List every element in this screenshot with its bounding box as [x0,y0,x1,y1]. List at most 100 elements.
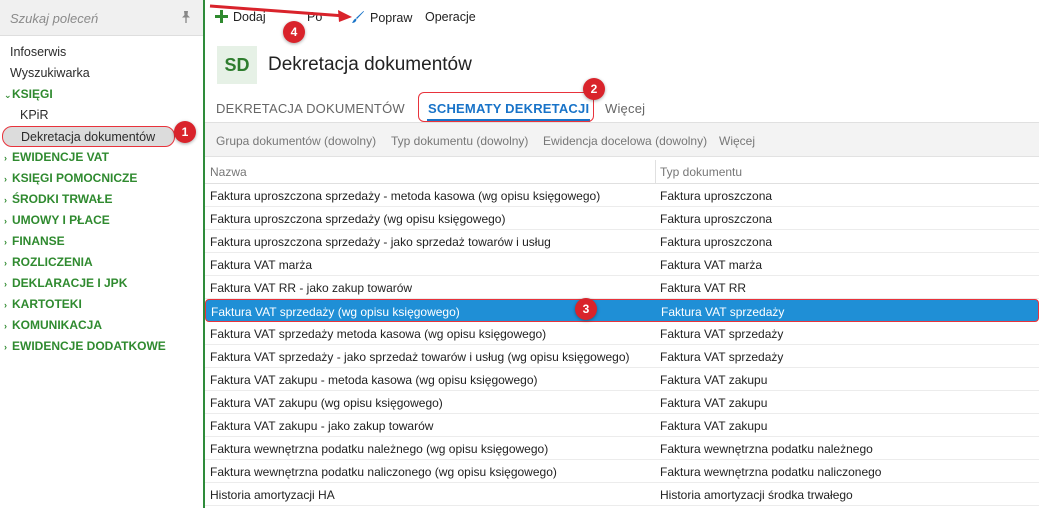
column-header-name[interactable]: Nazwa [210,165,247,179]
sidebar-item-label: Infoserwis [10,45,67,59]
page-title: Dekretacja dokumentów [268,54,472,75]
sidebar-item-kartoteki[interactable]: › KARTOTEKI [0,294,203,315]
table-row[interactable]: Faktura VAT sprzedaży metoda kasowa (wg … [205,322,1039,345]
cell-name: Faktura wewnętrzna podatku należnego (wg… [210,442,549,456]
cell-document-type: Faktura wewnętrzna podatku naliczonego [660,465,882,479]
tab-bar: DEKRETACJA DOKUMENTÓW SCHEMATY DEKRETACJ… [205,96,1039,123]
add-label: Dodaj [233,10,266,24]
cell-document-type: Faktura wewnętrzna podatku należnego [660,442,873,456]
chevron-right-icon: › [4,237,7,247]
sidebar-item-wyszukiwarka[interactable]: Wyszukiwarka [0,63,203,84]
table-row[interactable]: Faktura VAT marża Faktura VAT marża [205,253,1039,276]
sidebar-item-infoserwis[interactable]: Infoserwis [0,42,203,63]
table-row[interactable]: Faktura uproszczona sprzedaży - metoda k… [205,184,1039,207]
sidebar-item-label: KSIĘGI POMOCNICZE [12,171,138,185]
add-button[interactable]: Dodaj [215,10,266,24]
sidebar-item-label: UMOWY I PŁACE [12,213,110,227]
table-row[interactable]: Faktura VAT sprzedaży - jako sprzedaż to… [205,345,1039,368]
table-row[interactable]: Faktura wewnętrzna podatku naliczonego (… [205,460,1039,483]
copy-button[interactable]: Po [307,10,322,24]
cell-document-type: Faktura VAT sprzedaży [660,327,784,341]
cell-document-type: Faktura VAT RR [660,281,747,295]
table-row[interactable]: Faktura VAT zakupu (wg opisu księgowego)… [205,391,1039,414]
annotation-marker-2: 2 [583,78,605,100]
annotation-frame-tab [418,92,594,122]
module-badge: SD [217,46,257,84]
sidebar-item-label: Wyszukiwarka [10,66,90,80]
filter-document-type[interactable]: Typ dokumentu (dowolny) [391,134,528,148]
chevron-right-icon: › [4,195,7,205]
chevron-right-icon: › [4,153,7,163]
chevron-right-icon: › [4,174,7,184]
cell-name: Faktura VAT zakupu - metoda kasowa (wg o… [210,373,538,387]
filter-document-group[interactable]: Grupa dokumentów (dowolny) [216,134,376,148]
sidebar-item-komunikacja[interactable]: › KOMUNIKACJA [0,315,203,336]
filter-target-register[interactable]: Ewidencja docelowa (dowolny) [543,134,707,148]
operations-label: Operacje [425,10,476,24]
cell-name: Faktura VAT zakupu - jako zakup towarów [210,419,434,433]
sidebar-item-label: FINANSE [12,234,65,248]
edit-label: Popraw [370,11,413,25]
sidebar-item-label: KOMUNIKACJA [12,318,102,332]
toolbar: Dodaj Po Popraw Operacje [205,0,1039,36]
cell-document-type: Faktura uproszczona [660,235,773,249]
sidebar-item-label: Dekretacja dokumentów [21,130,156,144]
sidebar-item-kpir[interactable]: KPiR [0,105,203,126]
cell-name: Faktura VAT zakupu (wg opisu księgowego) [210,396,443,410]
cell-name: Faktura uproszczona sprzedaży - jako spr… [210,235,551,249]
sidebar-item-finanse[interactable]: › FINANSE [0,231,203,252]
cell-name: Faktura VAT sprzedaży - jako sprzedaż to… [210,350,630,364]
operations-button[interactable]: Operacje [425,10,476,24]
sidebar-item-label: KSIĘGI [12,87,53,101]
app-window: Szukaj poleceń Infoserwis Wyszukiwarka ⌄KS… [0,0,1039,508]
table-row[interactable]: Faktura VAT zakupu - jako zakup towarów F… [205,414,1039,437]
sidebar-item-label: ŚRODKI TRWAŁE [12,192,113,206]
cell-name: Faktura VAT RR - jako zakup towarów [210,281,413,295]
sidebar-nav: Infoserwis Wyszukiwarka ⌄KSIĘGI KPiR Dekreta… [0,42,203,357]
cell-document-type: Faktura VAT sprzedaży [660,350,784,364]
sidebar-item-ewidencje-dodatkowe[interactable]: › EWIDENCJE DODATKOWE [0,336,203,357]
chevron-right-icon: › [4,321,7,331]
cell-document-type: Faktura VAT marża [660,258,763,272]
cell-document-type: Faktura VAT zakupu [660,396,768,410]
tab-more[interactable]: Więcej [605,101,645,116]
sidebar-item-rozliczenia[interactable]: › ROZLICZENIA [0,252,203,273]
filter-more[interactable]: Więcej [719,134,755,148]
pin-icon[interactable] [179,10,193,24]
cell-document-type: Historia amortyzacji środka trwałego [660,488,853,502]
column-separator [655,160,656,184]
chevron-right-icon: › [4,279,7,289]
table-row-selected[interactable]: Faktura VAT sprzedaży (wg opisu księgowe… [205,299,1039,322]
sidebar-item-deklaracje-i-jpk[interactable]: › DEKLARACJE I JPK [0,273,203,294]
sidebar-item-label: KPiR [20,108,49,122]
brush-icon [352,11,364,23]
search-commands-input[interactable]: Szukaj poleceń [0,0,203,36]
chevron-right-icon: › [4,342,7,352]
cell-name: Faktura wewnętrzna podatku naliczonego (… [210,465,557,479]
table-row[interactable]: Faktura VAT zakupu - metoda kasowa (wg o… [205,368,1039,391]
cell-name: Faktura uproszczona sprzedaży (wg opisu … [210,212,506,226]
table-row[interactable]: Faktura VAT RR - jako zakup towarów Faktu… [205,276,1039,299]
sidebar-item-label: DEKLARACJE I JPK [12,276,128,290]
table-row[interactable]: Faktura wewnętrzna podatku należnego (wg… [205,437,1039,460]
sidebar-item-label: EWIDENCJE VAT [12,150,109,164]
table-row[interactable]: Historia amortyzacji HA Historia amortyza… [205,483,1039,506]
column-header-document-type[interactable]: Typ dokumentu [660,165,742,179]
table-row[interactable]: Faktura uproszczona sprzedaży - jako spr… [205,230,1039,253]
sidebar-item-umowy-i-place[interactable]: › UMOWY I PŁACE [0,210,203,231]
sidebar-item-ksiegi[interactable]: ⌄KSIĘGI [0,84,203,105]
page-header: SD Dekretacja dokumentów [205,36,1039,96]
edit-button[interactable]: Popraw [351,10,412,25]
sidebar-item-dekretacja-dokumentow[interactable]: Dekretacja dokumentów [2,126,175,147]
sidebar-item-ksiegi-pomocnicze[interactable]: › KSIĘGI POMOCNICZE [0,168,203,189]
sidebar: Szukaj poleceń Infoserwis Wyszukiwarka ⌄KS… [0,0,205,508]
sidebar-item-srodki-trwale[interactable]: › ŚRODKI TRWAŁE [0,189,203,210]
table-row[interactable]: Faktura uproszczona sprzedaży (wg opisu … [205,207,1039,230]
sidebar-item-ewidencje-vat[interactable]: › EWIDENCJE VAT [0,147,203,168]
plus-icon [215,10,228,23]
cell-document-type: Faktura VAT sprzedaży [661,305,785,319]
tab-dekretacja-dokumentow[interactable]: DEKRETACJA DOKUMENTÓW [216,101,405,116]
cell-name: Faktura VAT sprzedaży metoda kasowa (wg … [210,327,547,341]
filter-bar: Grupa dokumentów (dowolny) Typ dokumentu… [205,123,1039,157]
cell-document-type: Faktura VAT zakupu [660,419,768,433]
